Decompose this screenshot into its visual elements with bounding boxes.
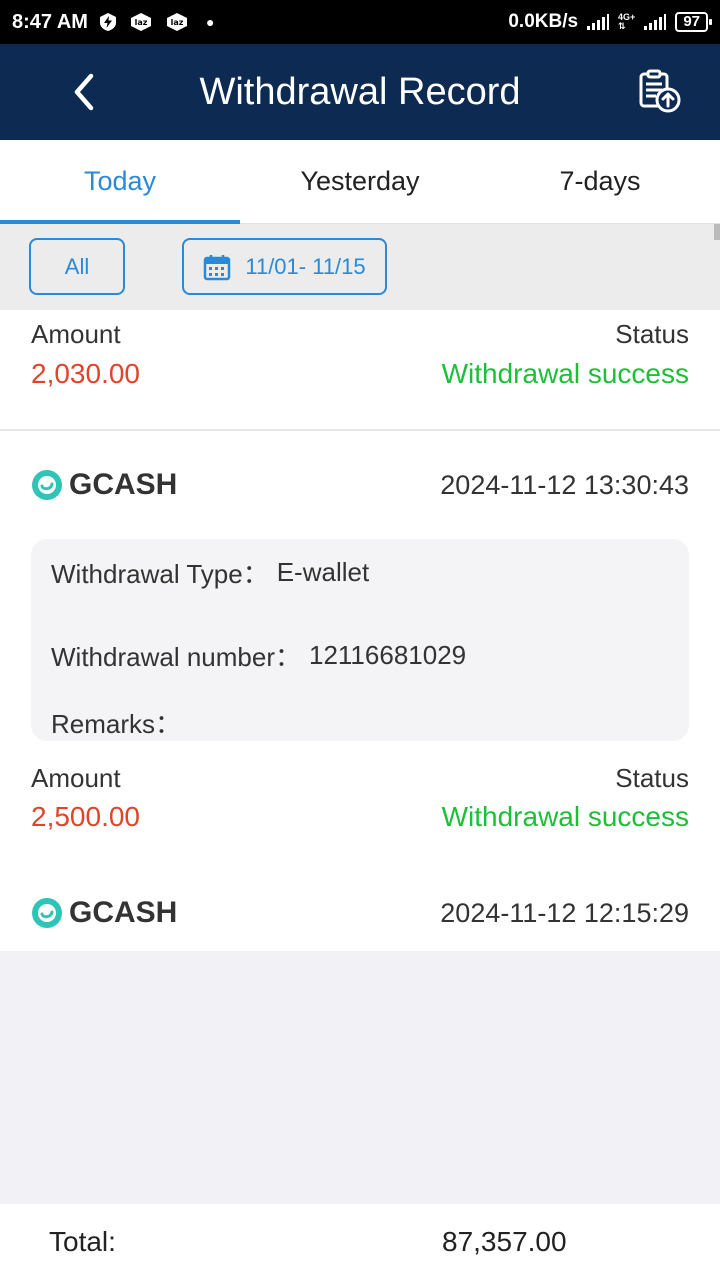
record-details: Withdrawal Type： E-wallet Withdrawal num… (31, 539, 689, 741)
remarks-row: Remarks： (51, 689, 669, 756)
signal-icon (643, 13, 667, 31)
payment-method-name: GCASH (69, 468, 178, 501)
status-label: Status (615, 762, 689, 793)
status-value: Withdrawal success (441, 358, 689, 389)
withdrawal-type-value: E-wallet (276, 556, 370, 587)
lightning-icon (98, 12, 118, 32)
payment-method-name: GCASH (69, 896, 178, 929)
record-upload-button[interactable] (634, 66, 684, 116)
calendar-icon (204, 254, 231, 280)
remarks-label: Remarks： (51, 709, 182, 739)
network-speed: 0.0KB/s (508, 11, 579, 32)
tab-today[interactable]: Today (0, 140, 240, 224)
svg-text:laz: laz (135, 18, 148, 27)
network-type: 4G+ ⇅ (618, 12, 636, 31)
withdrawal-number-value: 12116681029 (308, 640, 467, 670)
notification-dot-icon: ● (205, 14, 215, 30)
payment-method: GCASH (31, 468, 177, 502)
status-bar: 8:47 AM laz laz ● 0.0KB/s 4G+ ⇅ 97 (0, 0, 720, 44)
lazada-icon: laz (128, 12, 154, 32)
withdrawal-type-row: Withdrawal Type： E-wallet (51, 555, 669, 589)
back-arrow-icon (74, 73, 94, 111)
filter-bar: All 11/01- 11/15 (0, 224, 720, 310)
tab-7-days[interactable]: 7-days (480, 140, 720, 223)
status-time: 8:47 AM (12, 10, 88, 33)
all-filter-button[interactable]: All (29, 238, 125, 295)
signal-icon (586, 13, 610, 31)
total-label: Total: (49, 1226, 116, 1257)
scrollbar[interactable] (714, 224, 720, 240)
battery-icon: 97 (675, 12, 712, 32)
tab-yesterday[interactable]: Yesterday (240, 140, 480, 223)
payment-method: GCASH (31, 896, 177, 930)
record-datetime: 2024-11-12 13:30:43 (440, 469, 689, 500)
record-datetime: 2024-11-12 12:15:29 (440, 897, 689, 928)
amount-label: Amount (31, 762, 121, 793)
period-tabs: Today Yesterday 7-days (0, 140, 720, 224)
withdrawal-record[interactable]: GCASH 2024-11-12 13:30:43 Withdrawal Typ… (0, 431, 720, 873)
status-value: Withdrawal success (441, 801, 689, 832)
withdrawal-number-label: Withdrawal number： (51, 642, 301, 672)
gcash-icon (32, 898, 62, 928)
withdrawal-record[interactable]: Amount Status 2,030.00 Withdrawal succes… (0, 310, 720, 429)
date-range-button[interactable]: 11/01- 11/15 (182, 238, 387, 295)
app-header: Withdrawal Record (0, 44, 720, 140)
gcash-icon (32, 470, 62, 500)
amount-value: 2,030.00 (31, 358, 140, 389)
lazada-icon: laz (164, 12, 190, 32)
back-button[interactable] (60, 68, 108, 116)
withdrawal-list: Amount Status 2,030.00 Withdrawal succes… (0, 310, 720, 951)
amount-value: 2,500.00 (31, 801, 140, 832)
date-range-label: 11/01- 11/15 (245, 253, 366, 279)
withdrawal-record[interactable]: GCASH 2024-11-12 12:15:29 (0, 859, 720, 951)
record-upload-icon (639, 69, 681, 113)
total-bar: Total: 87,357.00 (0, 1204, 720, 1280)
status-label: Status (615, 318, 689, 349)
amount-label: Amount (31, 318, 121, 349)
total-value: 87,357.00 (442, 1226, 567, 1257)
withdrawal-type-label: Withdrawal Type： (51, 558, 269, 589)
page-title: Withdrawal Record (199, 70, 521, 113)
withdrawal-number-row: Withdrawal number： 12116681029 (51, 622, 669, 689)
svg-text:laz: laz (171, 18, 184, 27)
